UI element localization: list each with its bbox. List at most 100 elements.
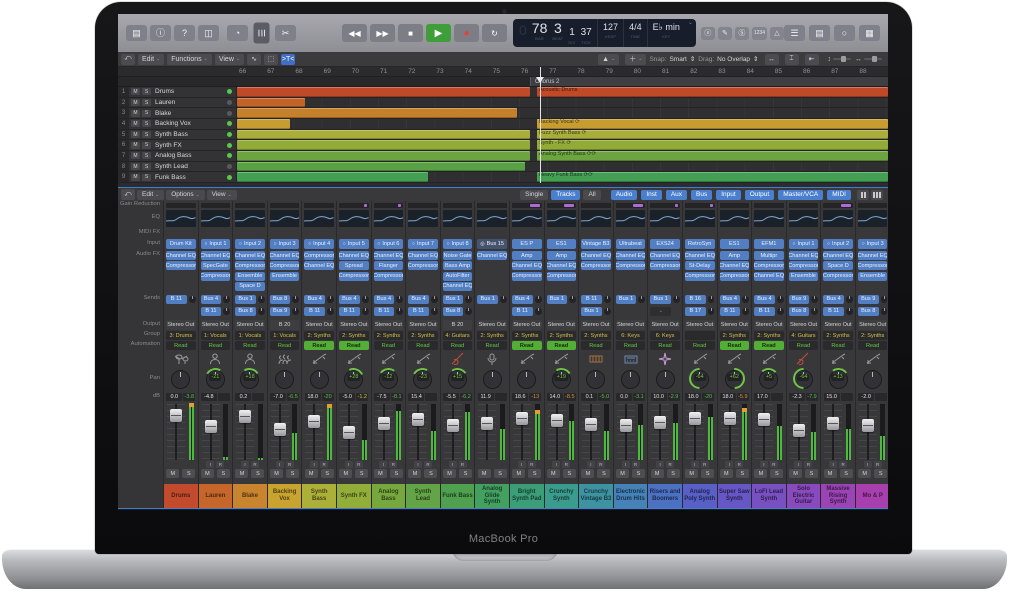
input-slot[interactable]: ○Input 2 <box>823 239 853 249</box>
fader-cap[interactable] <box>862 419 874 432</box>
input-slot[interactable]: ES1 <box>547 239 577 249</box>
automation-mode-button[interactable]: Read <box>720 341 750 350</box>
audio-region[interactable] <box>237 119 290 129</box>
solo-button[interactable]: S <box>528 469 541 478</box>
send-knob[interactable] <box>327 296 334 303</box>
midi-in-icon[interactable]: ⤺ <box>121 54 135 65</box>
audio-fx-slot[interactable]: Space D <box>823 261 853 270</box>
mute-button[interactable]: M <box>858 469 871 478</box>
send-knob[interactable] <box>327 308 334 315</box>
output-slot[interactable]: Stereo Out <box>616 320 646 330</box>
input-slot[interactable]: ○Input 4 <box>304 239 334 249</box>
arrange-menu-edit[interactable]: Edit⌄ <box>138 54 164 65</box>
send-slot[interactable]: B 16 <box>685 295 706 304</box>
audio-fx-slot[interactable]: Compressor <box>685 272 715 281</box>
audio-fx-slot[interactable]: Channel EQ <box>650 251 680 260</box>
fader-cap[interactable] <box>205 420 217 433</box>
pan-knob[interactable]: +15 <box>441 367 475 392</box>
eq-thumbnail[interactable] <box>339 210 369 227</box>
output-slot[interactable]: B 20 <box>270 320 300 330</box>
input-slot[interactable]: ES1 <box>720 239 750 249</box>
input-slot[interactable]: ○Input 7 <box>408 239 438 249</box>
group-slot[interactable]: 6: Keys <box>650 331 680 340</box>
input-monitor-button[interactable]: I <box>449 461 457 468</box>
input-monitor-button[interactable]: I <box>656 461 664 468</box>
mute-button[interactable]: M <box>131 142 140 149</box>
lcd-tempo[interactable]: 127KEEP <box>598 19 624 47</box>
input-monitor-button[interactable]: I <box>794 461 802 468</box>
mute-button[interactable]: M <box>754 469 767 478</box>
fader-cap[interactable] <box>585 418 597 431</box>
record-arm-button[interactable]: R <box>632 461 640 468</box>
lcd-chevron-icon[interactable]: ⌄ <box>685 19 696 47</box>
solo-button[interactable]: S <box>142 131 151 138</box>
track-header[interactable]: 6MSSynth FX <box>118 140 237 150</box>
eq-thumbnail[interactable] <box>443 210 473 227</box>
mixer-view-all[interactable]: All <box>583 190 600 200</box>
fader-cap[interactable] <box>516 412 528 425</box>
send-slot[interactable]: Bus 8 <box>443 307 464 316</box>
rewind-button[interactable]: ◀◀ <box>342 24 367 42</box>
mute-button[interactable]: M <box>789 469 802 478</box>
input-monitor-button[interactable]: I <box>864 461 872 468</box>
inspector-icon[interactable]: ⓘ <box>150 25 171 41</box>
eq-thumbnail[interactable] <box>166 210 196 227</box>
record-arm-button[interactable]: R <box>804 461 812 468</box>
track-header[interactable]: 4MSBacking Vox <box>118 119 237 129</box>
input-monitor-button[interactable]: I <box>379 461 387 468</box>
channel-fader[interactable] <box>718 404 752 460</box>
track-header[interactable]: 9MSFunk Bass <box>118 172 237 182</box>
send-slot[interactable]: B 11 <box>754 307 775 316</box>
eq-thumbnail[interactable] <box>547 210 577 227</box>
output-slot[interactable]: B 20 <box>443 320 473 330</box>
track-lane[interactable] <box>237 98 888 108</box>
mute-button[interactable]: M <box>131 99 140 106</box>
send-slot[interactable]: Bus 8 <box>789 307 810 316</box>
track-header[interactable]: 8MSSynth Lead <box>118 162 237 172</box>
audio-region[interactable]: Fuzz Synth Bass ⟳ <box>537 130 888 140</box>
send-slot[interactable]: B 11 <box>201 307 222 316</box>
channel-fader[interactable] <box>614 404 648 460</box>
pan-knob[interactable] <box>268 367 302 392</box>
channel-name-label[interactable]: Synth FX <box>337 484 371 508</box>
send-slot[interactable]: Bus 1 <box>547 295 568 304</box>
solo-button[interactable]: S <box>321 469 334 478</box>
audio-region[interactable] <box>237 130 530 140</box>
record-arm-button[interactable]: R <box>251 461 259 468</box>
solo-button[interactable]: S <box>142 142 151 149</box>
channel-name-label[interactable]: Massive Rising Synth <box>821 484 855 508</box>
audio-fx-slot[interactable]: Compressor <box>270 261 300 270</box>
mute-button[interactable]: M <box>166 469 179 478</box>
group-slot[interactable]: 2: Synths <box>581 331 611 340</box>
channel-name-label[interactable]: Crunchy Vintage B3 <box>579 484 613 508</box>
record-arm-button[interactable]: R <box>459 461 467 468</box>
eq-thumbnail[interactable] <box>201 210 231 227</box>
record-enable-dot[interactable] <box>227 100 232 105</box>
send-knob[interactable] <box>604 296 611 303</box>
audio-fx-slot[interactable]: Amp <box>720 251 750 260</box>
solo-button[interactable]: S <box>805 469 818 478</box>
audio-fx-slot[interactable]: Compressor <box>512 272 542 281</box>
pan-knob[interactable] <box>579 367 613 392</box>
send-knob[interactable] <box>708 308 715 315</box>
output-slot[interactable]: Stereo Out <box>720 320 750 330</box>
automation-mode-button[interactable]: Read <box>270 341 300 350</box>
output-slot[interactable]: Stereo Out <box>547 320 577 330</box>
record-arm-button[interactable]: R <box>389 461 397 468</box>
pan-knob-dial[interactable] <box>310 370 329 389</box>
audio-fx-slot[interactable]: Channel EQ <box>685 251 715 260</box>
send-knob[interactable] <box>396 296 403 303</box>
input-monitor-button[interactable]: I <box>622 461 630 468</box>
audio-fx-slot[interactable]: Ensemble <box>270 272 300 281</box>
send-slot[interactable]: B 11 <box>512 307 533 316</box>
audio-fx-slot[interactable]: Compressor <box>408 261 438 270</box>
mixer-menu-view[interactable]: View ⌄ <box>207 190 237 200</box>
audio-fx-slot[interactable]: Compressor <box>650 261 680 270</box>
send-slot[interactable]: ⌄ <box>650 307 671 316</box>
send-knob[interactable] <box>258 308 265 315</box>
record-arm-button[interactable]: R <box>770 461 778 468</box>
send-knob[interactable] <box>292 308 299 315</box>
mixer-menu-options[interactable]: Options ⌄ <box>166 190 204 200</box>
fader-cap[interactable] <box>308 415 320 428</box>
mixer-filter-aux[interactable]: Aux <box>666 190 687 200</box>
